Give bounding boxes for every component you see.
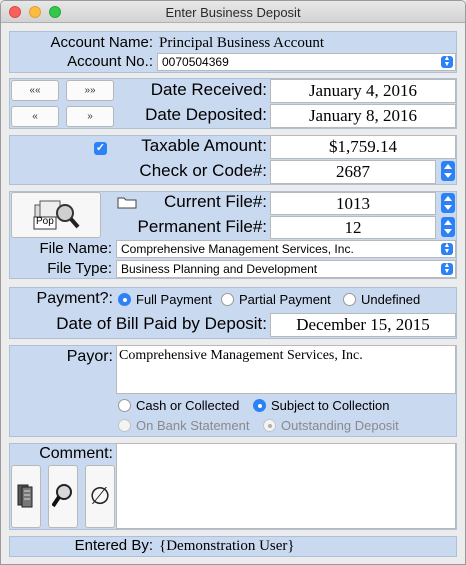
pop-file-button[interactable]: Pop (11, 192, 101, 238)
arrow-up-icon (444, 220, 452, 225)
bill-date-label: Date of Bill Paid by Deposit: (56, 314, 267, 333)
radio-icon (118, 399, 131, 412)
radio-icon (118, 419, 131, 432)
date-deposited-field[interactable]: January 8, 2016 (270, 104, 456, 128)
outstanding-deposit-radio: Outstanding Deposit (263, 418, 399, 434)
radio-selected-icon (263, 419, 276, 432)
payment-partial-label: Partial Payment (239, 292, 331, 307)
account-number-select[interactable]: 0070504369 ▲ ▼ (157, 53, 456, 71)
taxable-amount-field[interactable]: $1,759.14 (270, 135, 456, 159)
payor-field[interactable]: Comprehensive Management Services, Inc. (116, 345, 456, 394)
payor-label: Payor: (66, 348, 113, 365)
first-record-button[interactable]: «« (11, 80, 59, 101)
payment-undefined-label: Undefined (361, 292, 421, 307)
date-deposited-label: Date Deposited: (145, 105, 267, 124)
cash-collected-radio[interactable]: Cash or Collected (118, 398, 239, 414)
arrow-down-icon (444, 173, 452, 178)
payment-label: Payment?: (36, 290, 113, 307)
subject-collection-label: Subject to Collection (271, 398, 390, 413)
cash-collected-label: Cash or Collected (136, 398, 240, 413)
file-type-label: File Type: (47, 260, 112, 277)
file-name-select[interactable]: Comprehensive Management Services, Inc. … (116, 240, 456, 258)
outstanding-deposit-label: Outstanding Deposit (281, 418, 399, 433)
permanent-file-field[interactable]: 12 (270, 216, 436, 239)
account-name-label: Account Name: (50, 34, 153, 51)
search-comment-button[interactable] (48, 465, 78, 528)
arrow-up-icon (444, 196, 452, 201)
entered-by-value: {Demonstration User} (159, 538, 295, 554)
file-name-label: File Name: (39, 240, 112, 257)
date-received-label: Date Received: (150, 80, 267, 99)
payment-undefined-radio[interactable]: Undefined (343, 292, 420, 308)
bill-date-field[interactable]: December 15, 2015 (270, 313, 456, 337)
clear-icon: ∅ (89, 482, 111, 510)
radio-selected-icon (118, 293, 131, 306)
copy-icon (17, 484, 33, 508)
deposit-window: Enter Business Deposit Account Name: Pri… (0, 0, 466, 565)
comment-field[interactable] (116, 443, 456, 529)
taxable-checkbox[interactable]: ✓ (94, 142, 107, 155)
taxable-amount-label: Taxable Amount: (141, 136, 267, 155)
check-code-stepper[interactable] (441, 161, 455, 181)
file-type-value: Business Planning and Development (121, 262, 318, 276)
radio-icon (343, 293, 356, 306)
on-bank-statement-radio: On Bank Statement (118, 418, 249, 434)
magnifier-icon (52, 484, 72, 508)
check-code-label: Check or Code#: (139, 161, 267, 180)
check-code-field[interactable]: 2687 (270, 160, 436, 184)
current-file-label: Current File#: (164, 192, 267, 211)
account-number-label[interactable]: Account No.: (3, 52, 153, 72)
pop-label: Pop (36, 216, 54, 227)
payment-full-label: Full Payment (136, 292, 212, 307)
account-number-value: 0070504369 (162, 55, 229, 69)
comment-label: Comment: (39, 445, 113, 462)
arrow-up-icon (444, 164, 452, 169)
current-file-stepper[interactable] (441, 193, 455, 213)
arrow-down-icon (444, 229, 452, 234)
current-file-field[interactable]: 1013 (270, 192, 436, 215)
previous-record-button[interactable]: « (11, 106, 59, 127)
chevron-updown-icon: ▲ ▼ (441, 55, 453, 68)
copy-comment-button[interactable] (11, 465, 41, 528)
date-received-field[interactable]: January 4, 2016 (270, 79, 456, 103)
permanent-file-stepper[interactable] (441, 217, 455, 237)
radio-icon (221, 293, 234, 306)
chevron-updown-icon: ▲ ▼ (441, 262, 453, 275)
file-type-select[interactable]: Business Planning and Development ▲ ▼ (116, 260, 456, 278)
chevron-updown-icon: ▲ ▼ (441, 242, 453, 255)
radio-selected-icon (253, 399, 266, 412)
subject-collection-radio[interactable]: Subject to Collection (253, 398, 390, 414)
title-bar: Enter Business Deposit (1, 1, 465, 23)
arrow-down-icon (444, 205, 452, 210)
clear-comment-button[interactable]: ∅ (85, 465, 115, 528)
file-name-value: Comprehensive Management Services, Inc. (121, 242, 354, 256)
account-name-value: Principal Business Account (159, 35, 324, 51)
form-content: Account Name: Principal Business Account… (1, 24, 465, 564)
on-bank-statement-label: On Bank Statement (136, 418, 250, 433)
window-title: Enter Business Deposit (165, 5, 301, 20)
payment-partial-radio[interactable]: Partial Payment (221, 292, 331, 308)
entered-by-label: Entered By: (74, 537, 153, 554)
permanent-file-label: Permanent File#: (137, 217, 267, 236)
payment-full-radio[interactable]: Full Payment (118, 292, 212, 308)
